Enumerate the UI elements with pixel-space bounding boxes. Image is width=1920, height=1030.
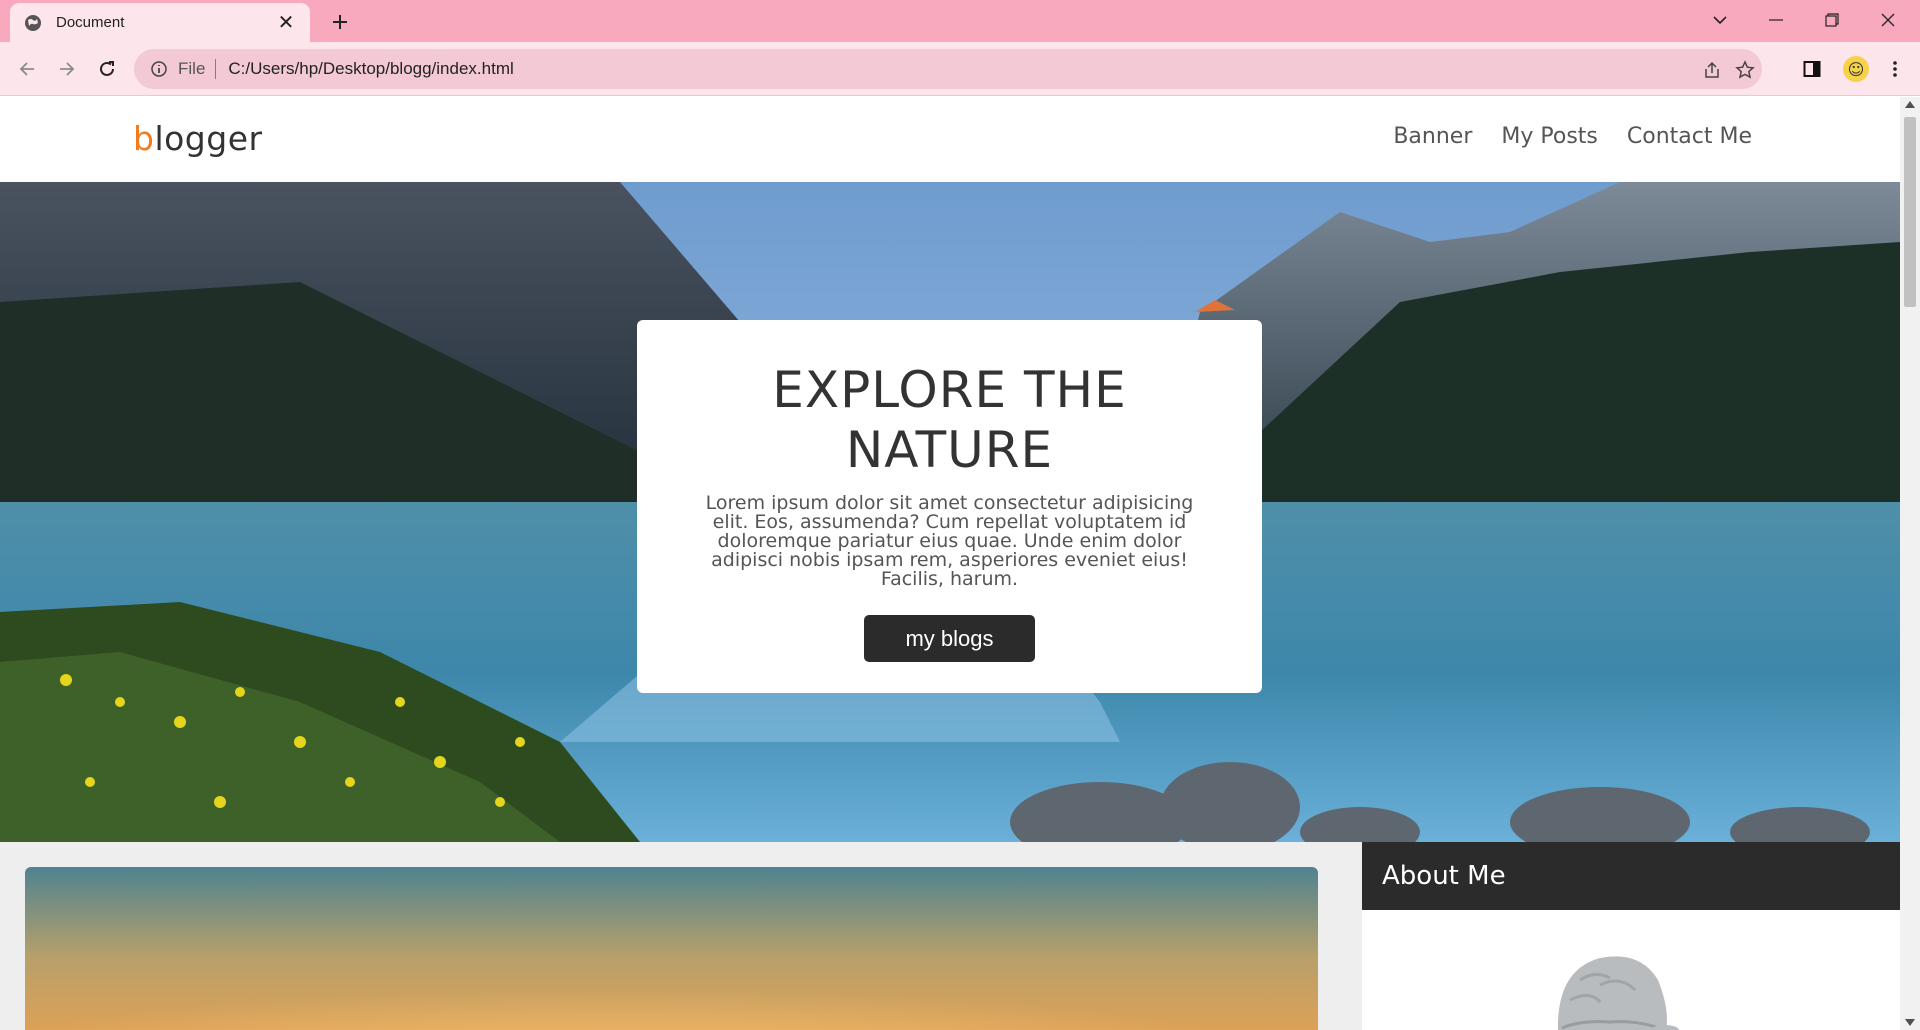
reload-button[interactable] [92,54,122,84]
minimize-icon [1769,19,1783,21]
new-tab-button[interactable] [326,8,354,36]
browser-toolbar: File C:/Users/hp/Desktop/blogg/index.htm… [0,42,1920,96]
url-separator [215,59,217,79]
close-icon [1881,13,1895,27]
side-panel-icon [1803,61,1821,77]
browser-titlebar: Document ✕ [0,0,1920,42]
minimize-button[interactable] [1748,0,1804,40]
logo-text: logger [154,119,263,158]
profile-portrait [1557,956,1679,1030]
tab-title: Document [56,14,125,31]
nav-contact-me[interactable]: Contact Me [1627,124,1752,149]
logo-accent: b [133,119,155,158]
star-icon[interactable] [1734,59,1756,81]
browser-tab[interactable]: Document ✕ [10,3,310,42]
sunset-image [25,867,1318,1030]
info-icon[interactable] [150,60,168,78]
close-window-button[interactable] [1860,0,1916,40]
scrollbar-thumb[interactable] [1904,117,1916,307]
content-section: About Me [0,842,1900,1030]
scroll-down-icon[interactable] [1905,1019,1915,1026]
plus-icon [333,15,347,29]
profile-avatar-icon: ☺ [1843,56,1869,82]
sidebar: About Me [1362,842,1900,1030]
close-icon[interactable]: ✕ [276,13,296,33]
profile-button[interactable]: ☺ [1841,54,1871,84]
nav-banner[interactable]: Banner [1393,124,1472,149]
hero-text: Lorem ipsum dolor sit amet consectetur a… [705,492,1194,590]
back-button[interactable] [12,54,42,84]
tab-search-button[interactable] [1692,0,1748,40]
globe-icon [25,14,41,31]
kebab-menu-icon [1893,61,1897,77]
forward-arrow-icon [60,62,75,76]
hero-card: EXPLORE THE NATURE Lorem ipsum dolor sit… [637,320,1262,693]
scroll-up-icon[interactable] [1905,101,1915,108]
site-logo[interactable]: blogger [133,119,263,158]
restore-icon [1825,13,1839,27]
url-scheme: File [178,59,206,78]
site-header: blogger Banner My Posts Contact Me [0,97,1900,182]
post-image[interactable] [25,867,1318,1030]
about-me-heading: About Me [1362,842,1900,910]
back-arrow-icon [19,62,34,76]
reload-icon [100,61,114,76]
nav-my-posts[interactable]: My Posts [1501,124,1598,149]
address-bar[interactable]: File C:/Users/hp/Desktop/blogg/index.htm… [134,49,1762,89]
main-nav: Banner My Posts Contact Me [1393,124,1752,149]
share-icon[interactable] [1701,59,1723,81]
hero-title: EXPLORE THE NATURE [772,361,1127,479]
my-blogs-button[interactable]: my blogs [864,615,1035,662]
chevron-down-icon [1713,16,1727,25]
page-viewport: blogger Banner My Posts Contact Me EXPLO… [0,97,1900,1030]
page-scrollbar[interactable] [1900,97,1920,1030]
hero-banner: EXPLORE THE NATURE Lorem ipsum dolor sit… [0,182,1900,842]
side-panel-button[interactable] [1797,54,1827,84]
menu-button[interactable] [1880,54,1910,84]
url-text[interactable]: C:/Users/hp/Desktop/blogg/index.html [228,59,513,79]
forward-button[interactable] [52,54,82,84]
restore-button[interactable] [1804,0,1860,40]
